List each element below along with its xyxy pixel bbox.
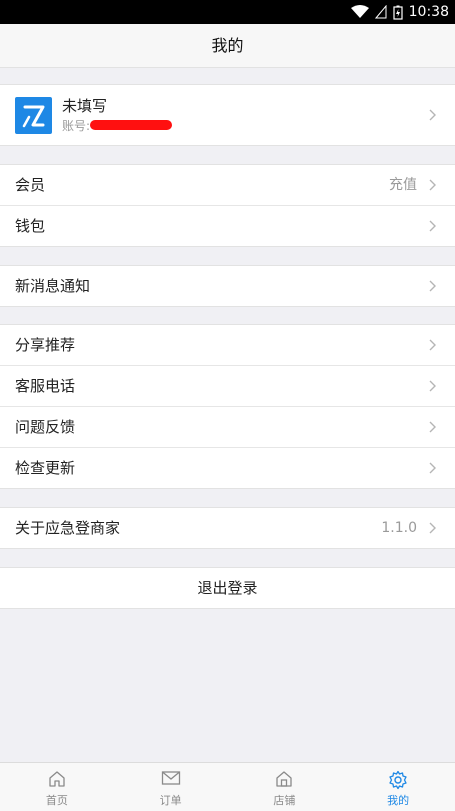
wallet-row[interactable]: 钱包 bbox=[0, 205, 455, 246]
tab-home[interactable]: 首页 bbox=[0, 763, 114, 811]
member-row[interactable]: 会员 充值 bbox=[0, 165, 455, 205]
chevron-right-icon bbox=[429, 522, 436, 534]
wallet-label: 钱包 bbox=[15, 217, 46, 235]
logo-icon bbox=[22, 105, 45, 128]
account-label: 账号: bbox=[62, 119, 91, 133]
home-icon bbox=[49, 771, 65, 787]
tab-store-label: 店铺 bbox=[273, 794, 296, 807]
member-label: 会员 bbox=[15, 176, 46, 194]
version-value: 1.1.0 bbox=[381, 520, 417, 536]
share-label: 分享推荐 bbox=[15, 336, 76, 354]
gear-icon bbox=[389, 770, 407, 790]
notification-label: 新消息通知 bbox=[15, 277, 91, 295]
check-update-label: 检查更新 bbox=[15, 459, 76, 477]
notification-row[interactable]: 新消息通知 bbox=[0, 266, 455, 306]
store-icon bbox=[276, 771, 293, 787]
about-label: 关于应急登商家 bbox=[15, 519, 121, 537]
tab-home-label: 首页 bbox=[45, 794, 68, 807]
tab-mine[interactable]: 我的 bbox=[341, 763, 455, 811]
signal-icon bbox=[374, 5, 387, 19]
profile-card[interactable]: 未填写 账号: bbox=[0, 84, 455, 146]
tab-store[interactable]: 店铺 bbox=[228, 763, 342, 811]
mail-icon bbox=[161, 771, 180, 785]
profile-name: 未填写 bbox=[62, 97, 108, 115]
feedback-label: 问题反馈 bbox=[15, 418, 76, 436]
about-row[interactable]: 关于应急登商家 1.1.0 bbox=[0, 508, 455, 548]
tab-orders[interactable]: 订单 bbox=[114, 763, 228, 811]
wifi-icon bbox=[350, 5, 369, 18]
about-group: 关于应急登商家 1.1.0 bbox=[0, 507, 455, 549]
tab-mine-label: 我的 bbox=[387, 794, 410, 807]
chevron-right-icon bbox=[429, 421, 436, 433]
chevron-right-icon bbox=[429, 339, 436, 351]
account-redaction bbox=[90, 120, 172, 130]
chevron-right-icon bbox=[429, 280, 436, 292]
support-group: 分享推荐 客服电话 问题反馈 检查更新 bbox=[0, 324, 455, 489]
service-phone-row[interactable]: 客服电话 bbox=[0, 365, 455, 406]
chevron-right-icon bbox=[429, 220, 436, 232]
logout-button[interactable]: 退出登录 bbox=[0, 567, 455, 609]
share-row[interactable]: 分享推荐 bbox=[0, 325, 455, 365]
avatar bbox=[15, 97, 52, 134]
tab-bar: 首页 订单 店铺 我的 bbox=[0, 762, 455, 811]
chevron-right-icon bbox=[429, 380, 436, 392]
recharge-link[interactable]: 充值 bbox=[389, 165, 417, 205]
chevron-right-icon bbox=[429, 109, 436, 121]
page-title: 我的 bbox=[0, 24, 455, 68]
check-update-row[interactable]: 检查更新 bbox=[0, 447, 455, 488]
tab-orders-label: 订单 bbox=[159, 794, 182, 807]
chevron-right-icon bbox=[429, 462, 436, 474]
member-wallet-group: 会员 充值 钱包 bbox=[0, 164, 455, 247]
service-phone-label: 客服电话 bbox=[15, 377, 76, 395]
chevron-right-icon bbox=[429, 179, 436, 191]
status-bar: 10:38 bbox=[0, 0, 455, 24]
feedback-row[interactable]: 问题反馈 bbox=[0, 406, 455, 447]
notification-group: 新消息通知 bbox=[0, 265, 455, 307]
battery-icon bbox=[393, 5, 403, 20]
status-time: 10:38 bbox=[408, 4, 449, 20]
